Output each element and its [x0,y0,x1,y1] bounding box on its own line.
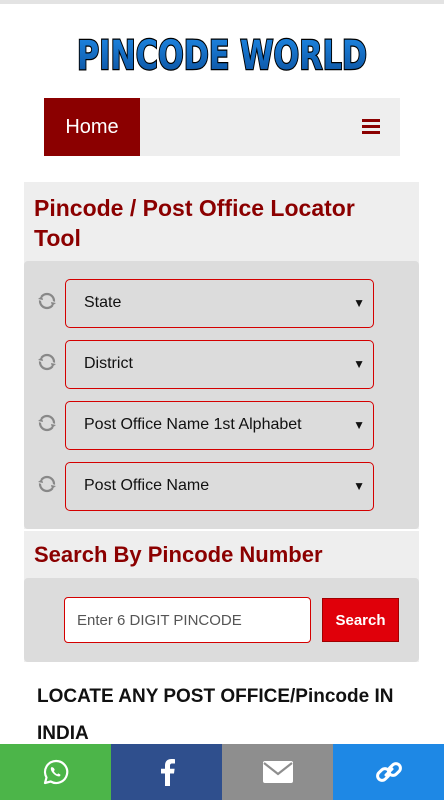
main-nav: Home [44,98,400,156]
pincode-search-card: Search By Pincode Number Search [24,531,419,662]
state-select-label: State [84,294,122,311]
dropdown-arrow-icon: ▼ [353,357,365,371]
share-bar [0,744,444,800]
whatsapp-share-button[interactable] [0,744,111,800]
search-form: Search [24,578,419,662]
logo-text: PINCODE WORLD [77,33,367,79]
district-select[interactable]: District ▼ [65,340,374,389]
post-office-name-select[interactable]: Post Office Name ▼ [65,462,374,511]
district-select-label: District [84,355,133,372]
nav-home[interactable]: Home [44,98,140,156]
pincode-input[interactable] [64,597,311,643]
facebook-share-button[interactable] [111,744,222,800]
email-icon [262,761,293,783]
post-office-name-select-label: Post Office Name [84,477,210,494]
dropdown-arrow-icon: ▼ [353,296,365,310]
locator-tool-card: Pincode / Post Office Locator Tool State… [24,182,419,529]
locate-heading: LOCATE ANY POST OFFICE/Pincode IN INDIA [37,686,394,744]
dropdown-arrow-icon: ▼ [353,479,365,493]
hamburger-menu-icon[interactable] [362,119,380,135]
email-share-button[interactable] [222,744,333,800]
post-office-alphabet-select-label: Post Office Name 1st Alphabet [84,416,302,433]
search-button[interactable]: Search [322,598,399,642]
locator-form: State ▼ District ▼ Post Office Name 1st … [24,261,419,529]
copy-link-button[interactable] [333,744,444,800]
refresh-icon [38,414,56,432]
dropdown-arrow-icon: ▼ [353,418,365,432]
top-divider [0,0,444,4]
site-logo[interactable]: PINCODE WORLD [0,14,444,86]
facebook-icon [160,759,175,786]
tool-title: Pincode / Post Office Locator Tool [34,195,355,251]
refresh-icon [38,475,56,493]
refresh-icon [38,353,56,371]
post-office-alphabet-select[interactable]: Post Office Name 1st Alphabet ▼ [65,401,374,450]
link-icon [375,762,402,782]
search-title: Search By Pincode Number [34,542,323,567]
refresh-icon [38,292,56,310]
whatsapp-icon [43,759,68,785]
state-select[interactable]: State ▼ [65,279,374,328]
